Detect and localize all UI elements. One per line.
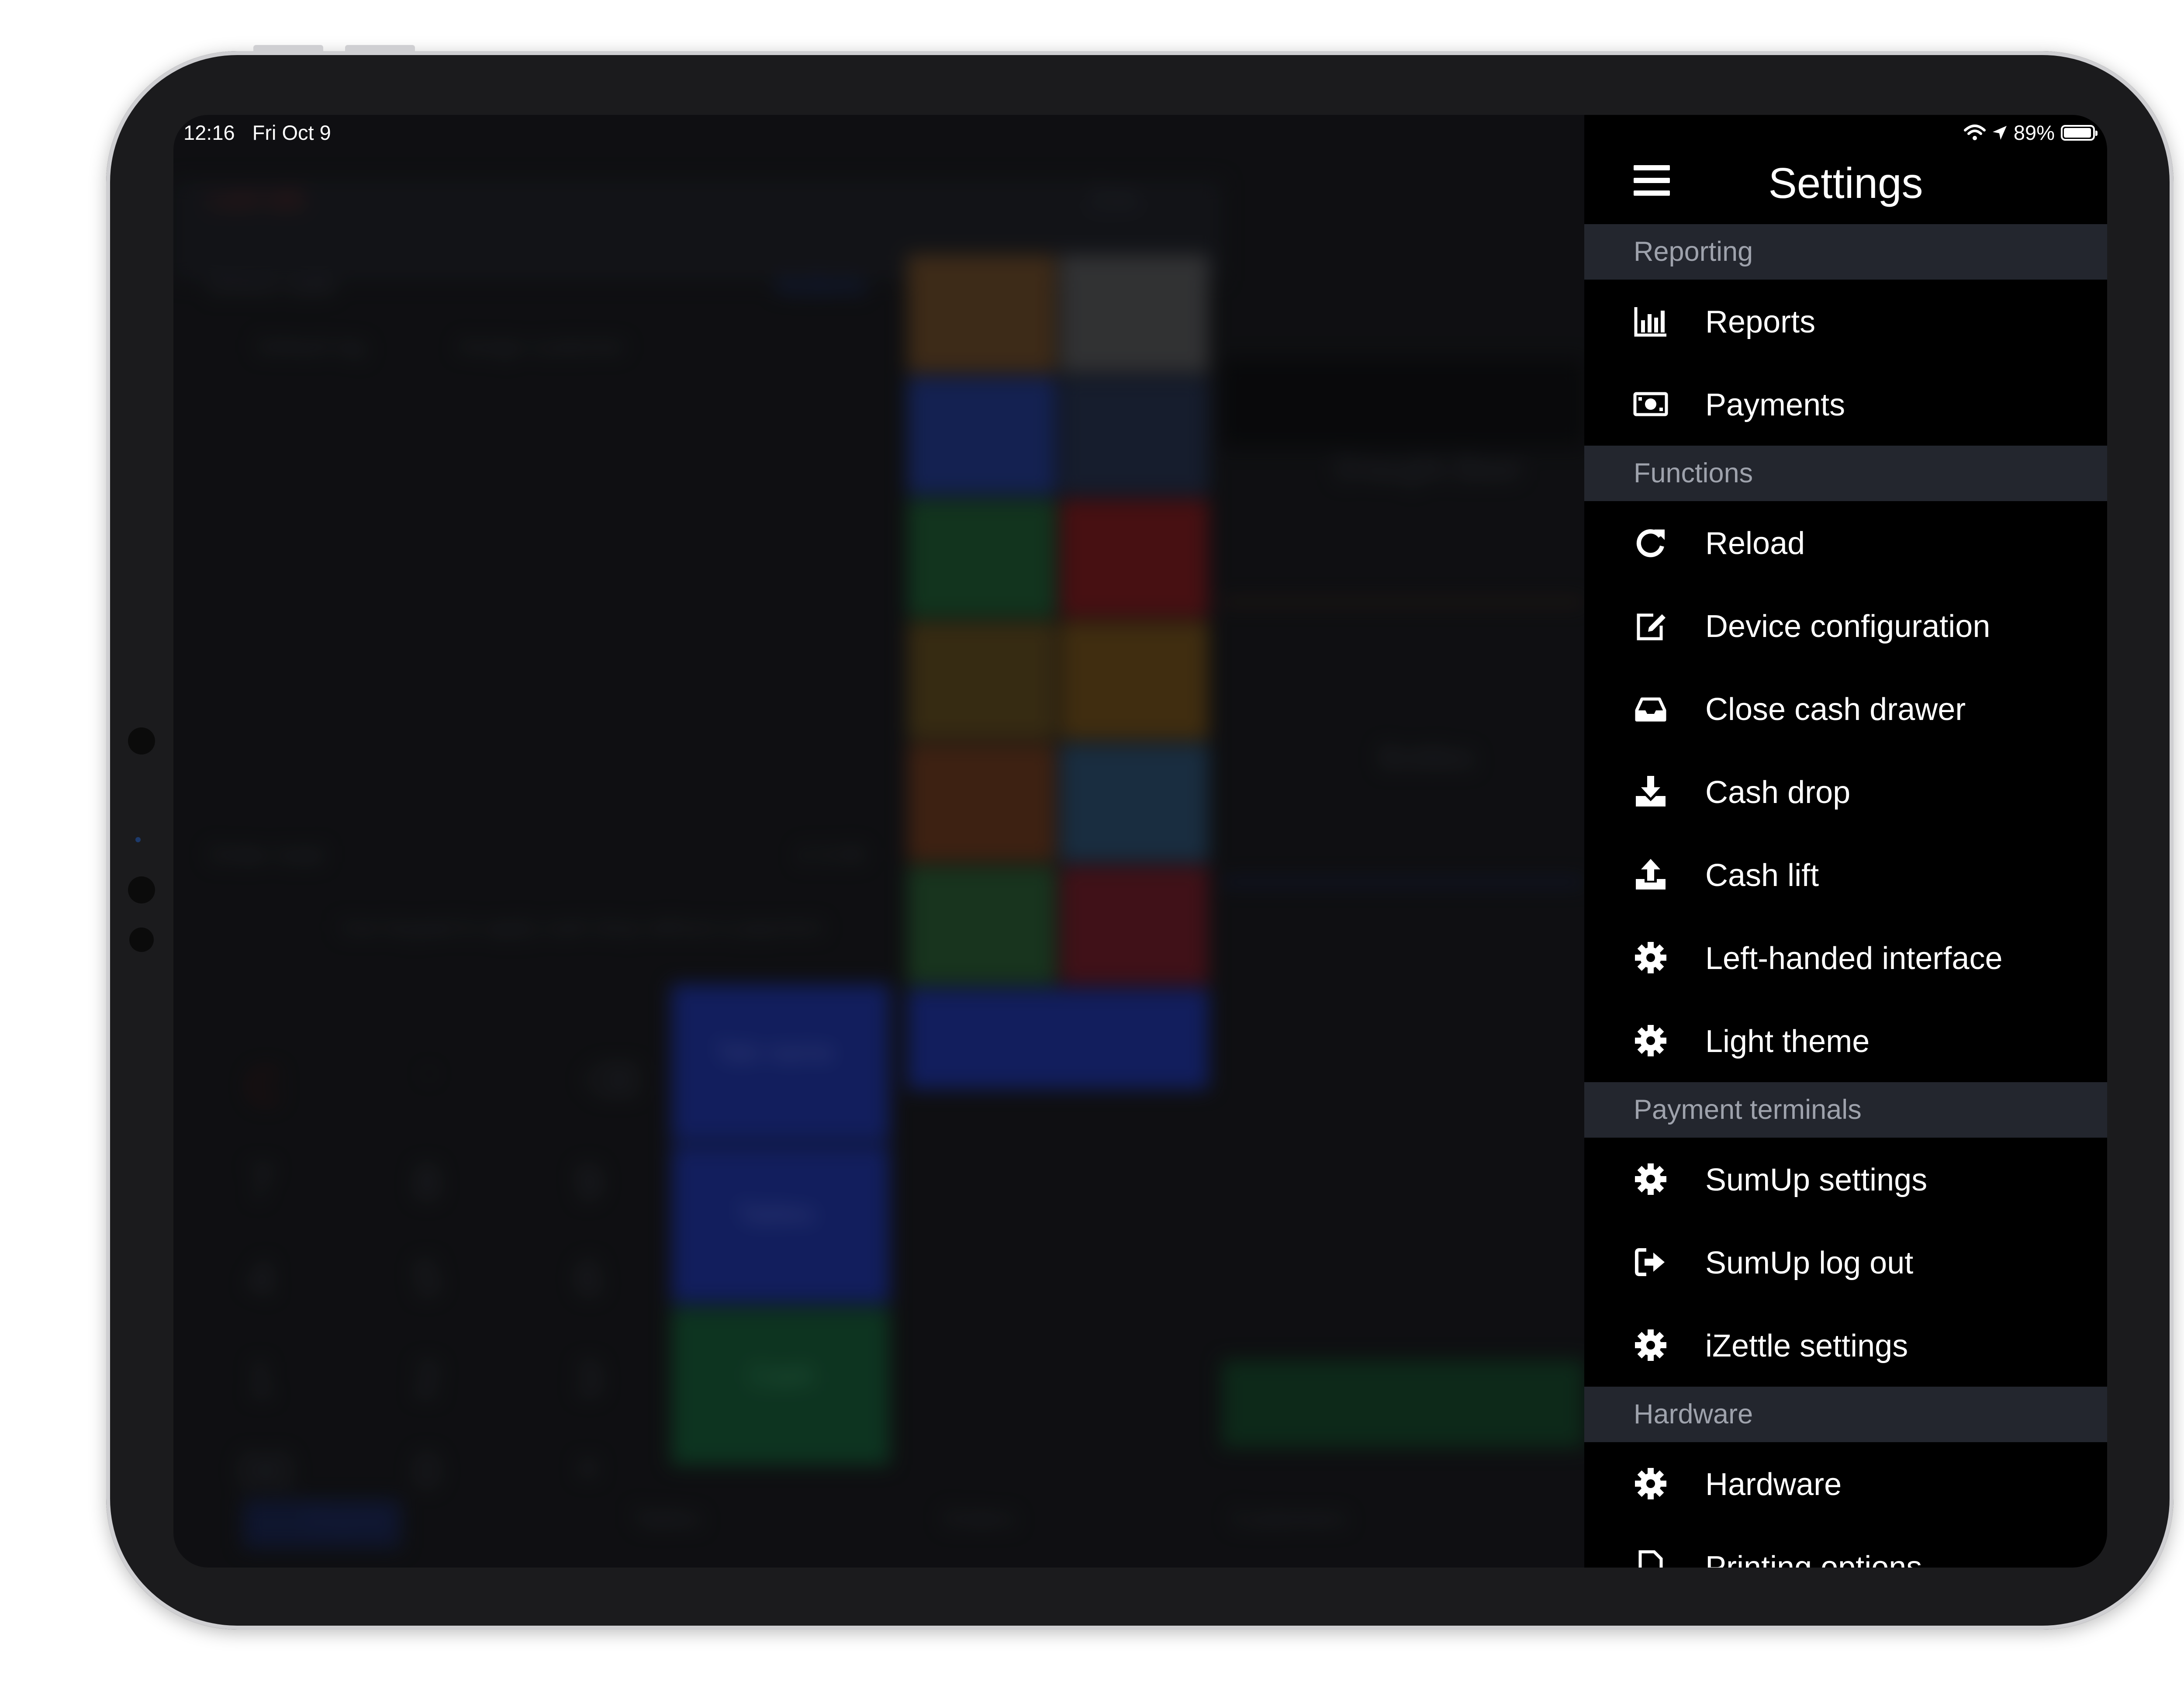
- status-date: Fri Oct 9: [252, 121, 331, 144]
- menu-item-sumup-settings[interactable]: SumUp settings: [1584, 1138, 2107, 1221]
- bar-chart-icon: [1633, 304, 1668, 339]
- menu-item-printing-options[interactable]: Printing options: [1584, 1525, 2107, 1568]
- file-icon: [1633, 1549, 1668, 1568]
- menu-item-cash-drop[interactable]: Cash drop: [1584, 750, 2107, 833]
- device-sensor: [128, 727, 155, 754]
- menu-item-device-configuration[interactable]: Device configuration: [1584, 584, 2107, 667]
- menu-item-label: SumUp log out: [1705, 1246, 1914, 1281]
- status-time: 12:16: [183, 121, 235, 144]
- menu-item-sumup-log-out[interactable]: SumUp log out: [1584, 1221, 2107, 1304]
- menu-item-light-theme[interactable]: Light theme: [1584, 999, 2107, 1082]
- device-button: [253, 45, 323, 51]
- gear-icon: [1633, 940, 1668, 975]
- reload-icon: [1633, 525, 1668, 560]
- menu-item-label: Payments: [1705, 388, 1845, 422]
- menu-item-label: iZettle settings: [1705, 1329, 1908, 1364]
- section-hardware: Hardware: [1584, 1387, 2107, 1442]
- status-bar-left: 12:16 Fri Oct 9: [183, 121, 349, 145]
- menu-item-label: Hardware: [1705, 1467, 1842, 1502]
- menu-item-label: Close cash drawer: [1705, 692, 1966, 727]
- device-sensor: [129, 928, 154, 952]
- gear-icon: [1633, 1328, 1668, 1363]
- menu-item-label: Reload: [1705, 526, 1805, 561]
- menu-item-label: Cash drop: [1705, 775, 1851, 810]
- gear-icon: [1633, 1162, 1668, 1197]
- device-sensor: [135, 837, 141, 842]
- device-sensor: [128, 876, 155, 903]
- section-reporting: Reporting: [1584, 224, 2107, 280]
- settings-panel: 89% Settings Reporting Reports Payments …: [1584, 115, 2107, 1568]
- menu-item-payments[interactable]: Payments: [1584, 363, 2107, 446]
- menu-item-label: Light theme: [1705, 1024, 1870, 1059]
- panel-header: Settings: [1584, 115, 2107, 224]
- section-payment-terminals: Payment terminals: [1584, 1082, 2107, 1138]
- menu-item-close-cash-drawer[interactable]: Close cash drawer: [1584, 667, 2107, 750]
- section-functions: Functions: [1584, 446, 2107, 501]
- money-bill-icon: [1633, 387, 1668, 422]
- menu-item-label: Printing options: [1705, 1550, 1922, 1568]
- menu-item-label: Left-handed interface: [1705, 941, 2003, 976]
- menu-item-cash-lift[interactable]: Cash lift: [1584, 833, 2107, 916]
- menu-item-label: Cash lift: [1705, 858, 1819, 893]
- gear-icon: [1633, 1466, 1668, 1501]
- panel-title: Settings: [1768, 159, 1923, 207]
- menu-item-hardware[interactable]: Hardware: [1584, 1442, 2107, 1525]
- menu-item-reports[interactable]: Reports: [1584, 280, 2107, 363]
- screen: Last tab Zoe Direct sale Actions Default…: [173, 115, 2107, 1568]
- menu-item-izettle-settings[interactable]: iZettle settings: [1584, 1304, 2107, 1387]
- edit-icon: [1633, 608, 1668, 643]
- menu-item-label: SumUp settings: [1705, 1163, 1928, 1197]
- menu-item-label: Reports: [1705, 305, 1816, 339]
- sign-out-icon: [1633, 1245, 1668, 1280]
- menu-item-reload[interactable]: Reload: [1584, 501, 2107, 584]
- upload-icon: [1633, 857, 1668, 892]
- menu-item-label: Device configuration: [1705, 609, 1990, 644]
- device-button: [345, 45, 415, 51]
- menu-item-left-handed-interface[interactable]: Left-handed interface: [1584, 916, 2107, 999]
- gear-icon: [1633, 1023, 1668, 1058]
- download-icon: [1633, 774, 1668, 809]
- inbox-icon: [1633, 691, 1668, 726]
